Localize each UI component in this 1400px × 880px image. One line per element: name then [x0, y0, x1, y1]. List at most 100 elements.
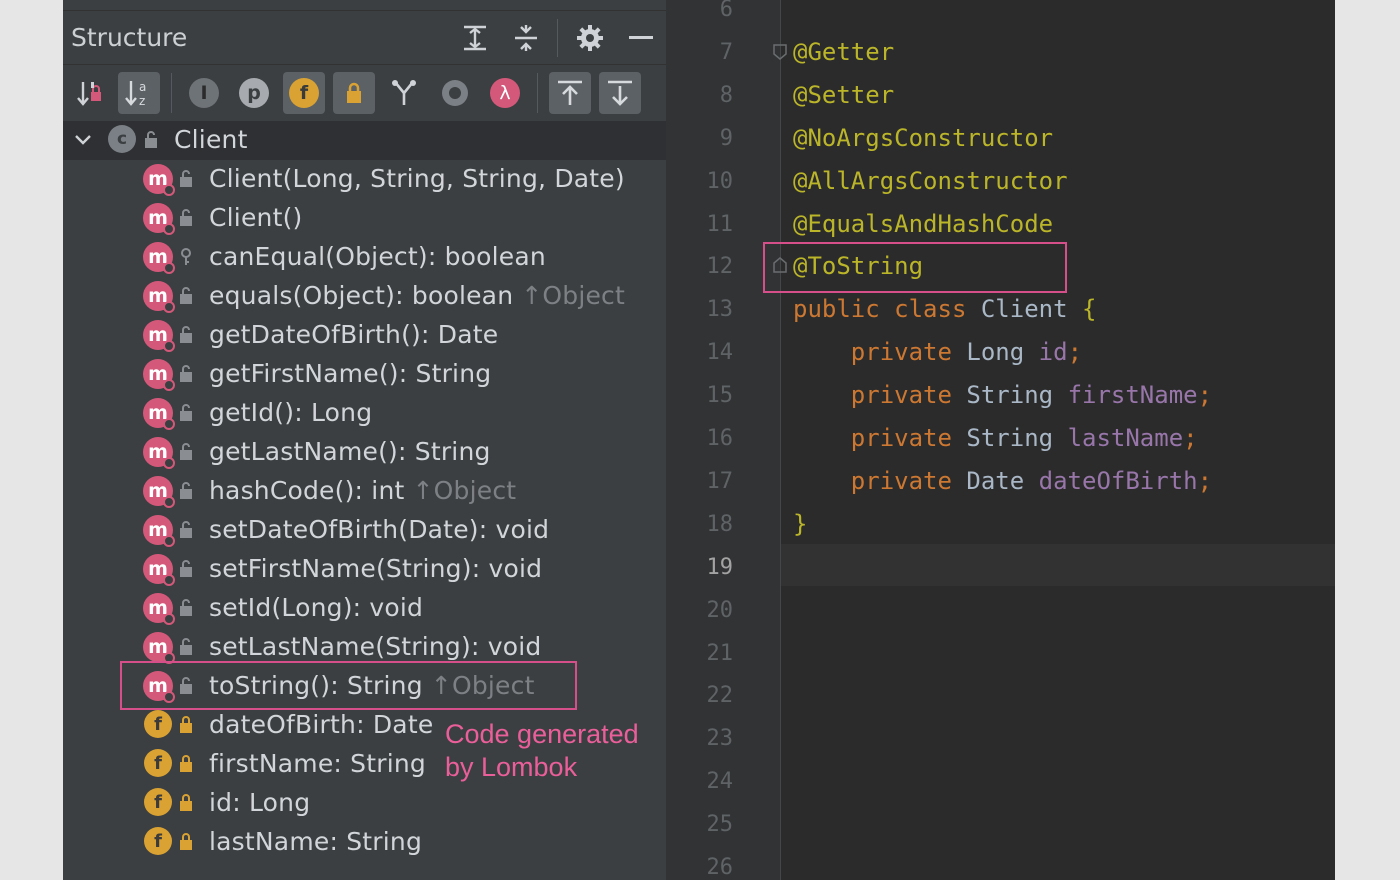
- public-visibility-icon: [180, 599, 192, 616]
- inherited-from-label: ↑Object: [521, 281, 626, 310]
- member-label: firstName: String: [209, 749, 426, 778]
- member-signature: equals(Object): boolean: [209, 281, 514, 310]
- fold-marker-icon[interactable]: [773, 44, 787, 60]
- panel-title: Structure: [71, 23, 188, 52]
- private-lock-icon: [180, 755, 192, 772]
- line-number: 24: [706, 769, 734, 795]
- public-visibility-icon: [180, 404, 192, 421]
- code-line[interactable]: @NoArgsConstructor: [793, 124, 1053, 152]
- structure-header: Structure: [63, 10, 666, 65]
- code-line[interactable]: private Date dateOfBirth;: [793, 467, 1212, 495]
- toolbar-separator: [171, 73, 172, 113]
- code-line[interactable]: @AllArgsConstructor: [793, 167, 1068, 195]
- method-row[interactable]: m Client(Long, String, String, Date): [63, 160, 666, 199]
- code-line[interactable]: private String lastName;: [793, 424, 1198, 452]
- code-line[interactable]: @EqualsAndHashCode: [793, 210, 1053, 238]
- field-icon: f: [144, 710, 172, 738]
- gear-icon[interactable]: [573, 21, 607, 55]
- minimize-icon[interactable]: [624, 21, 658, 55]
- show-inherited-icon[interactable]: I: [183, 72, 225, 114]
- show-properties-icon[interactable]: p: [233, 72, 275, 114]
- method-row[interactable]: m getId(): Long: [63, 394, 666, 433]
- lambdas-icon-label: λ: [490, 78, 520, 108]
- field-icon: f: [144, 827, 172, 855]
- field-row[interactable]: f lastName: String: [63, 823, 666, 862]
- show-fields-icon[interactable]: f: [283, 72, 325, 114]
- code-line[interactable]: @Setter: [793, 81, 894, 109]
- line-number: 26: [706, 855, 734, 880]
- show-merge-icon[interactable]: [383, 72, 425, 114]
- sort-by-visibility-icon[interactable]: [69, 72, 111, 114]
- code-line[interactable]: private Long id;: [793, 338, 1082, 366]
- public-visibility-icon: [180, 560, 192, 577]
- autoscroll-from-source-icon[interactable]: [599, 72, 641, 114]
- public-visibility-icon: [180, 482, 192, 499]
- private-lock-icon: [180, 716, 192, 733]
- method-icon: m: [143, 398, 175, 430]
- line-number: 15: [706, 383, 734, 409]
- member-label: setLastName(String): void: [209, 632, 541, 661]
- class-icon: c: [108, 125, 136, 153]
- header-separator: [557, 19, 558, 57]
- expand-all-icon[interactable]: [458, 21, 492, 55]
- code-line[interactable]: private String firstName;: [793, 381, 1212, 409]
- method-row[interactable]: m setFirstName(String): void: [63, 550, 666, 589]
- line-number: 16: [706, 426, 734, 451]
- line-number: 13: [706, 297, 734, 323]
- field-icon: f: [144, 749, 172, 777]
- member-signature: Client(Long, String, String, Date): [209, 164, 625, 193]
- method-icon: m: [143, 203, 175, 235]
- collapse-all-icon[interactable]: [509, 21, 543, 55]
- autoscroll-to-source-icon[interactable]: [549, 72, 591, 114]
- show-anonymous-icon[interactable]: [434, 72, 476, 114]
- tree-root-client[interactable]: c Client: [63, 121, 666, 160]
- method-row[interactable]: m getDateOfBirth(): Date: [63, 316, 666, 355]
- method-row[interactable]: m setDateOfBirth(Date): void: [63, 511, 666, 550]
- method-row[interactable]: m getFirstName(): String: [63, 355, 666, 394]
- line-number: 8: [719, 82, 733, 108]
- method-row[interactable]: m equals(Object): boolean ↑Object: [63, 277, 666, 316]
- method-row[interactable]: m getLastName(): String: [63, 433, 666, 472]
- inherited-from-label: ↑Object: [412, 476, 517, 505]
- structure-toolbar: az I p f λ: [63, 64, 666, 122]
- show-non-public-icon[interactable]: [333, 72, 375, 114]
- method-icon: m: [143, 476, 175, 508]
- code-line[interactable]: }: [793, 510, 807, 538]
- public-visibility-icon: [180, 326, 192, 343]
- private-lock-icon: [180, 794, 192, 811]
- method-icon: m: [143, 242, 175, 274]
- ide-window: Structure az I p f λ c Client m Client(L…: [63, 0, 1335, 880]
- method-icon: m: [143, 554, 175, 586]
- class-name: Client: [174, 125, 248, 154]
- note-line-1: Code generated: [445, 719, 639, 749]
- member-label: getLastName(): String: [209, 437, 491, 466]
- method-row[interactable]: m setId(Long): void: [63, 589, 666, 628]
- structure-panel: Structure az I p f λ c Client m Client(L…: [63, 0, 666, 880]
- field-row[interactable]: f id: Long: [63, 784, 666, 823]
- field-icon: f: [144, 788, 172, 816]
- sort-alphabetically-icon[interactable]: az: [118, 72, 160, 114]
- note-line-2: by Lombok: [445, 752, 578, 782]
- line-number: 9: [719, 125, 733, 151]
- member-signature: hashCode(): int: [209, 476, 405, 505]
- code-line[interactable]: @Getter: [793, 38, 894, 66]
- member-label: hashCode(): int ↑Object: [209, 476, 516, 505]
- public-visibility-icon: [180, 365, 192, 382]
- method-icon: m: [143, 281, 175, 313]
- public-visibility-icon: [180, 443, 192, 460]
- member-signature: getLastName(): String: [209, 437, 491, 466]
- toolbar-separator: [537, 73, 538, 113]
- show-lambdas-icon[interactable]: λ: [484, 72, 526, 114]
- method-row[interactable]: m hashCode(): int ↑Object: [63, 472, 666, 511]
- method-icon: m: [143, 320, 175, 352]
- inherited-icon-label: I: [189, 78, 219, 108]
- method-row[interactable]: m Client(): [63, 199, 666, 238]
- method-row[interactable]: m canEqual(Object): boolean: [63, 238, 666, 277]
- line-number: 17: [706, 468, 734, 494]
- chevron-down-icon[interactable]: [73, 130, 93, 150]
- code-line[interactable]: public class Client {: [793, 295, 1096, 323]
- line-number: 18: [706, 511, 734, 537]
- member-signature: getFirstName(): String: [209, 359, 492, 388]
- tostring-annotation-highlight-box: [763, 242, 1067, 293]
- private-lock-icon: [180, 833, 192, 850]
